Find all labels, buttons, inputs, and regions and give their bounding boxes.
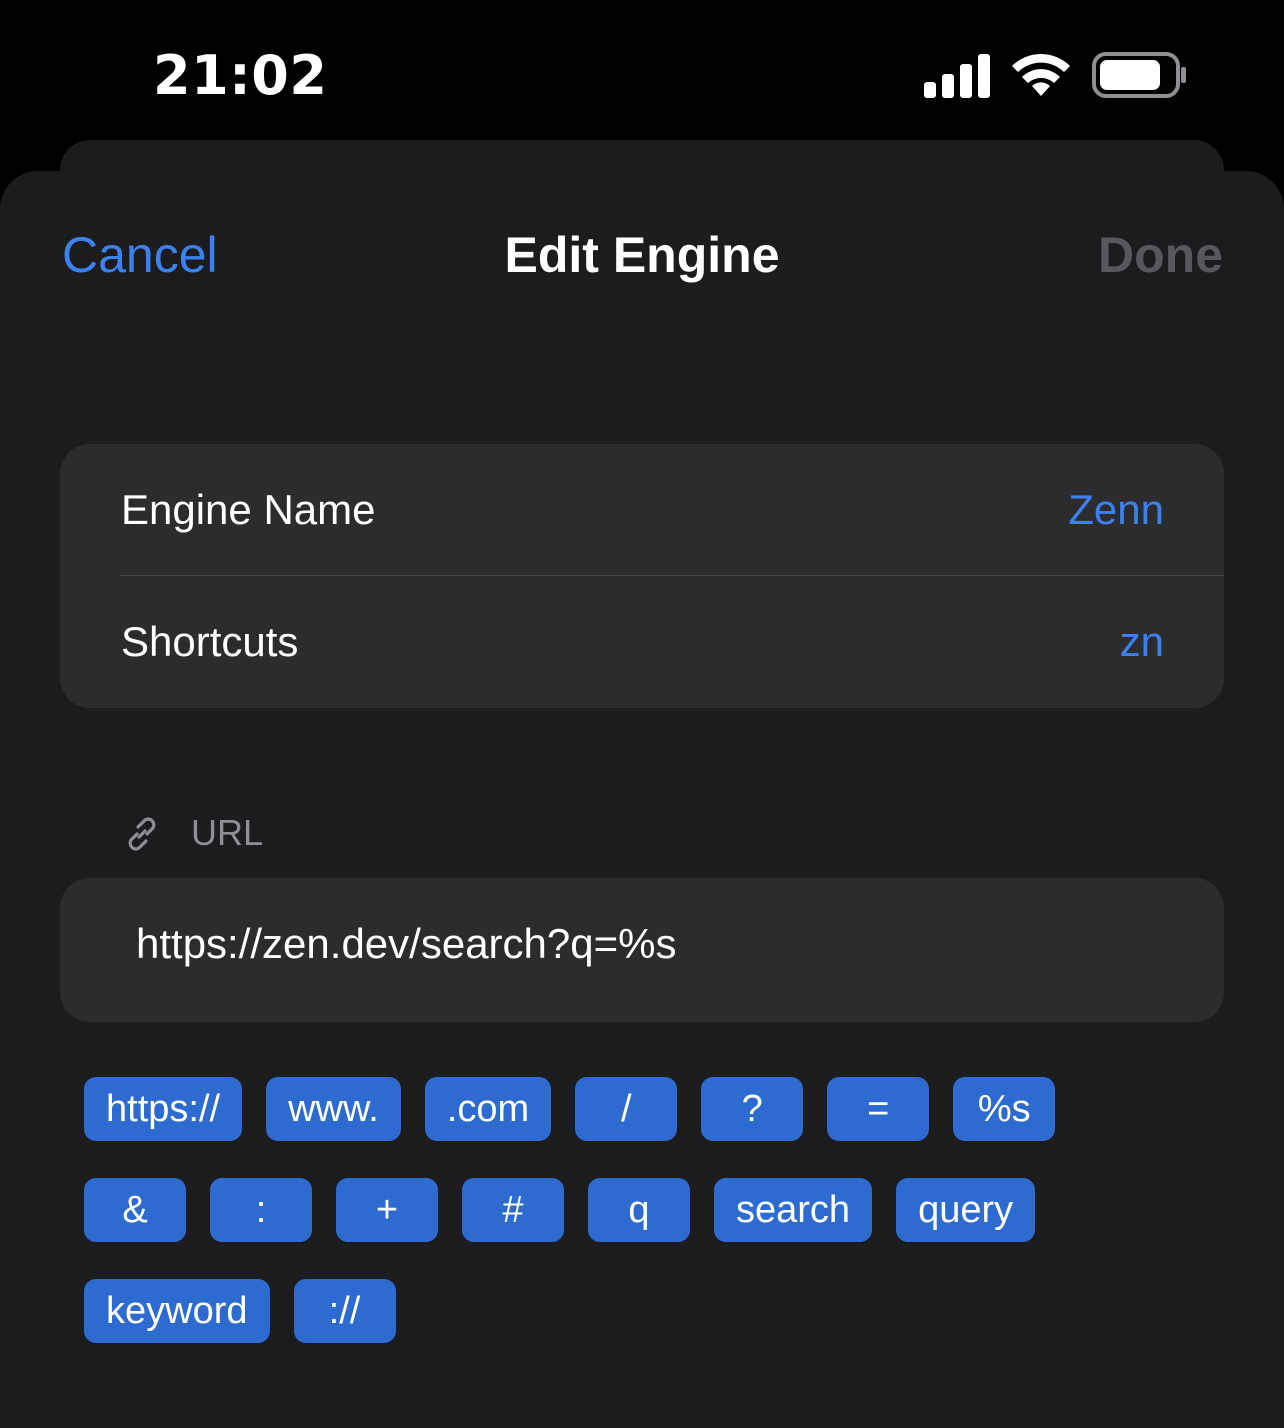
wifi-icon xyxy=(1012,53,1070,96)
engine-name-value[interactable]: Zenn xyxy=(1068,486,1164,534)
done-button[interactable]: Done xyxy=(1098,226,1223,284)
cellular-signal-icon xyxy=(924,54,990,98)
url-label: URL xyxy=(191,812,264,853)
chip-keyword[interactable]: keyword xyxy=(84,1279,270,1343)
link-icon xyxy=(128,817,156,851)
chip-slash[interactable]: / xyxy=(575,1077,678,1141)
chip-plus[interactable]: + xyxy=(336,1178,438,1242)
chip-colon[interactable]: : xyxy=(210,1178,312,1242)
shortcuts-row[interactable]: Shortcuts zn xyxy=(60,576,1224,708)
url-input[interactable] xyxy=(136,920,1176,968)
engine-name-row[interactable]: Engine Name Zenn xyxy=(60,444,1224,576)
url-field-group xyxy=(60,878,1224,1022)
battery-icon xyxy=(1092,52,1186,98)
chip-equals[interactable]: = xyxy=(827,1077,930,1141)
chip-www[interactable]: www. xyxy=(266,1077,401,1141)
status-time: 21:02 xyxy=(153,44,328,107)
chip-scheme-separator[interactable]: :// xyxy=(293,1279,396,1343)
shortcuts-label: Shortcuts xyxy=(121,618,299,665)
chip-row-1: https:// www. .com / ? = %s xyxy=(84,1077,1224,1141)
chip-query[interactable]: query xyxy=(896,1178,1036,1242)
chip-row-2: & : + # q search query xyxy=(84,1178,1224,1242)
engine-fields-group: Engine Name Zenn Shortcuts zn xyxy=(60,444,1224,708)
chip-https[interactable]: https:// xyxy=(84,1077,243,1141)
url-token-chips: https:// www. .com / ? = %s & : + # q se… xyxy=(84,1077,1224,1380)
chip-dotcom[interactable]: .com xyxy=(424,1077,552,1141)
chip-search[interactable]: search xyxy=(714,1178,873,1242)
chip-ampersand[interactable]: & xyxy=(84,1178,186,1242)
chip-percent-s[interactable]: %s xyxy=(953,1077,1056,1141)
chip-q[interactable]: q xyxy=(588,1178,690,1242)
shortcuts-value[interactable]: zn xyxy=(1120,618,1164,666)
chip-hash[interactable]: # xyxy=(462,1178,564,1242)
page-title: Edit Engine xyxy=(504,227,780,283)
engine-name-label: Engine Name xyxy=(121,486,376,533)
chip-question[interactable]: ? xyxy=(701,1077,804,1141)
chip-row-3: keyword :// xyxy=(84,1279,1224,1343)
screen: 21:02 Cancel Edit Engine Done Engine Nam… xyxy=(0,0,1284,1428)
